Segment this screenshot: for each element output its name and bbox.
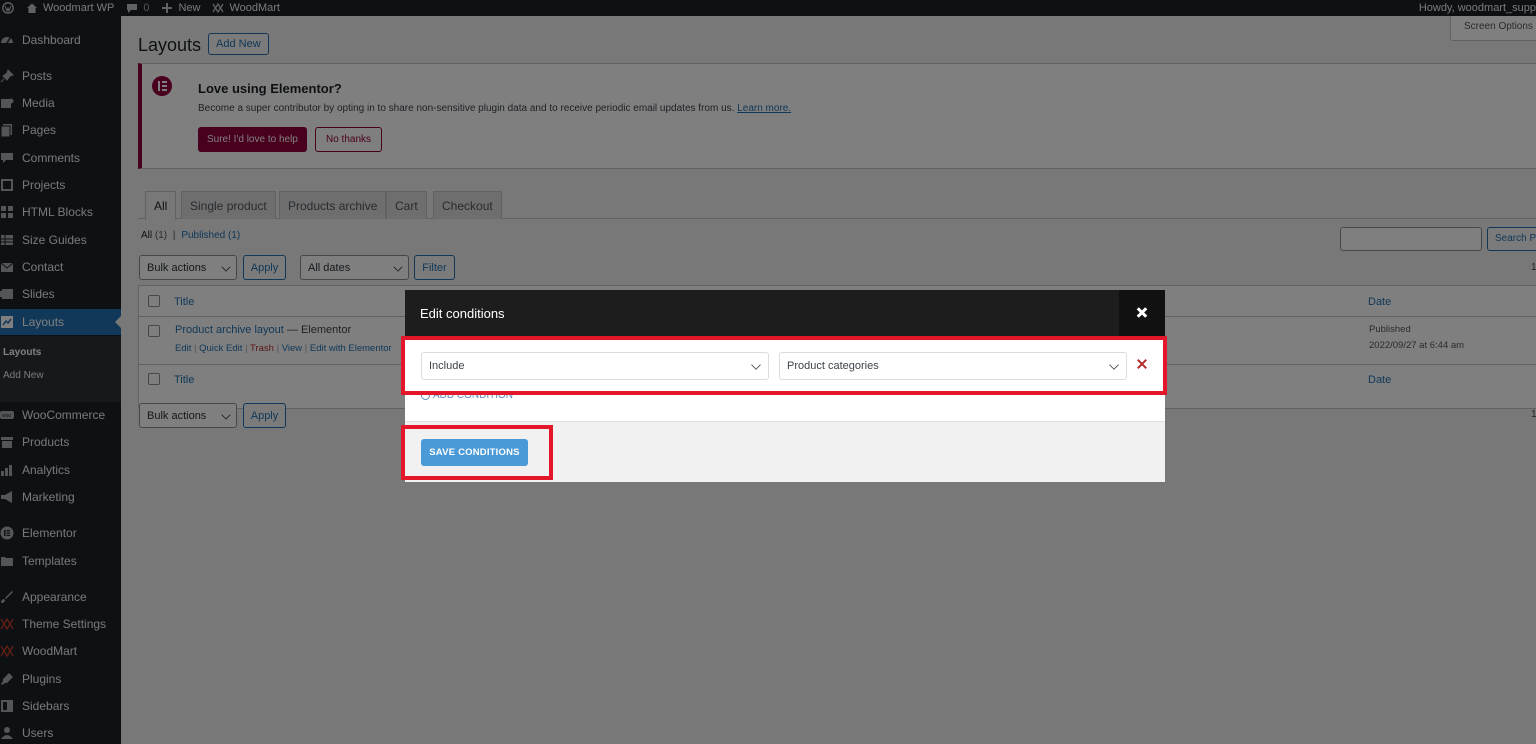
dialog-footer: SAVE CONDITIONS — [405, 421, 1165, 482]
plus-circle-icon — [421, 391, 430, 400]
edit-conditions-dialog: Edit conditions Include Product categori… — [405, 290, 1165, 482]
condition-target-select[interactable]: Product categories — [779, 352, 1127, 380]
add-condition-button[interactable]: ADD CONDITION — [421, 390, 513, 401]
remove-condition-icon[interactable] — [1136, 358, 1148, 370]
close-icon[interactable] — [1119, 290, 1165, 336]
chevron-down-icon — [751, 360, 761, 370]
condition-type-select[interactable]: Include — [421, 352, 769, 380]
dialog-header: Edit conditions — [405, 290, 1165, 336]
add-condition-label: ADD CONDITION — [433, 390, 513, 401]
condition-target-value: Product categories — [787, 360, 879, 372]
condition-type-value: Include — [429, 360, 465, 372]
dialog-title: Edit conditions — [420, 306, 505, 321]
chevron-down-icon — [1109, 360, 1119, 370]
save-conditions-button[interactable]: SAVE CONDITIONS — [421, 439, 528, 466]
